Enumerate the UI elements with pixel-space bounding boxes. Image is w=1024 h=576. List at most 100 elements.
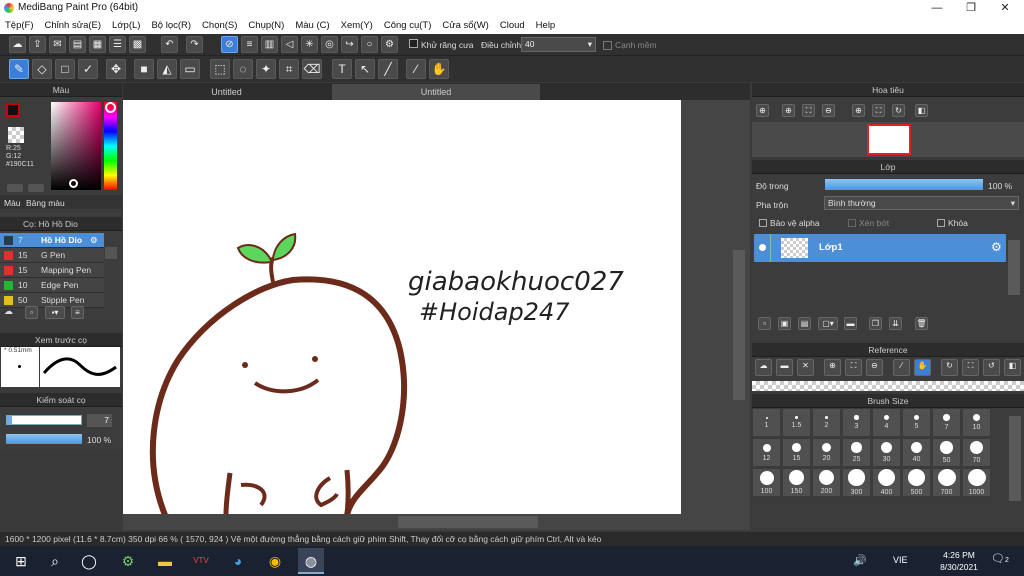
maximize-button[interactable]: ❐ xyxy=(954,0,988,17)
menu-help[interactable]: Help xyxy=(536,20,556,31)
primary-color-swatch[interactable] xyxy=(6,103,20,117)
zoom-out-icon[interactable]: ⊖ xyxy=(822,104,835,117)
hue-slider[interactable] xyxy=(104,102,117,190)
move-tool-icon[interactable]: ✥ xyxy=(106,59,126,79)
vtv-app-icon[interactable]: VTV xyxy=(188,548,214,574)
transparent-swatch[interactable] xyxy=(8,127,24,143)
undo-icon[interactable]: ↶ xyxy=(161,36,178,53)
brush-settings-icon[interactable]: ≡ xyxy=(71,306,84,319)
nav-zoom-in-icon[interactable]: ⊕ xyxy=(852,104,865,117)
magic-wand-icon[interactable]: ✦ xyxy=(256,59,276,79)
medibang-taskbar-icon[interactable]: ◍ xyxy=(298,548,324,574)
select-pen-icon[interactable]: ⌗ xyxy=(279,59,299,79)
hue-handle[interactable] xyxy=(105,102,116,113)
rotate-reset-icon[interactable]: ↺ xyxy=(983,359,1000,376)
size-value[interactable]: 7 xyxy=(87,414,112,427)
brush-size-cell[interactable]: 1000 xyxy=(962,468,991,497)
brush-list-item[interactable]: 15 G Pen xyxy=(0,248,104,263)
add-brush-icon[interactable]: ▫ xyxy=(25,306,38,319)
swap-color-button[interactable] xyxy=(7,184,23,192)
brush-scrollbar[interactable] xyxy=(105,247,117,259)
brush-size-cell[interactable]: 7 xyxy=(932,408,961,437)
cross-snap-icon[interactable]: ▥ xyxy=(261,36,278,53)
menu-tools[interactable]: Công cụ(T) xyxy=(384,20,432,31)
brush-size-cell[interactable]: 25 xyxy=(842,438,871,467)
menu-color[interactable]: Màu (C) xyxy=(295,20,329,31)
brush-size-cell[interactable]: 1.5 xyxy=(782,408,811,437)
navigator-thumbnail[interactable] xyxy=(867,124,911,155)
share-icon[interactable]: ⇪ xyxy=(29,36,46,53)
menu-filter[interactable]: Bộ lọc(R) xyxy=(151,20,191,31)
brush-size-cell[interactable]: 40 xyxy=(902,438,931,467)
new-layer-halftone-icon[interactable]: ▣ xyxy=(778,317,791,330)
layer-scrollbar[interactable] xyxy=(1008,240,1020,295)
protect-alpha-checkbox[interactable] xyxy=(759,219,767,227)
app-icon-green[interactable]: ⚙ xyxy=(115,548,141,574)
text-tool-icon[interactable]: T xyxy=(332,59,352,79)
language-indicator[interactable]: VIE xyxy=(893,555,908,565)
menu-edit[interactable]: Chỉnh sửa(E) xyxy=(45,20,102,31)
zoom-out-icon[interactable]: ⊖ xyxy=(866,359,883,376)
radial-snap-icon[interactable]: ✳ xyxy=(301,36,318,53)
zoom-in-icon[interactable]: ⊕ xyxy=(824,359,841,376)
flip-icon[interactable]: ◧ xyxy=(1004,359,1021,376)
settings-icon[interactable]: ⚙ xyxy=(381,36,398,53)
brush-list-item[interactable]: 7 Hồ Hồ Dio ⚙ xyxy=(0,233,104,248)
chrome-browser-icon[interactable]: ◉ xyxy=(262,548,288,574)
operation-tool-icon[interactable]: ↖ xyxy=(355,59,375,79)
reset-color-button[interactable] xyxy=(28,184,44,192)
close-button[interactable]: ✕ xyxy=(988,0,1022,17)
bucket-tool-icon[interactable]: ◭ xyxy=(157,59,177,79)
nav-fit-icon[interactable]: ⛶ xyxy=(872,104,885,117)
list-icon[interactable]: ☰ xyxy=(109,36,126,53)
horizontal-scrollbar[interactable] xyxy=(398,516,538,528)
select-rect-icon[interactable]: ⬚ xyxy=(210,59,230,79)
open-folder-icon[interactable]: ▬ xyxy=(776,359,793,376)
brush-size-cell[interactable]: 50 xyxy=(932,438,961,467)
brush-size-cell[interactable]: 700 xyxy=(932,468,961,497)
grid-icon[interactable]: ▩ xyxy=(129,36,146,53)
drawing-canvas[interactable]: giabaokhuoc027 #Hoidap247 xyxy=(123,100,681,517)
fit-view-icon[interactable]: ⛶ xyxy=(962,359,979,376)
fit-icon[interactable]: ⛶ xyxy=(802,104,815,117)
layer-row[interactable]: Lớp1 ⚙ xyxy=(754,234,1006,262)
brush-size-cell[interactable]: 15 xyxy=(782,438,811,467)
gear-icon[interactable]: ⚙ xyxy=(90,233,98,247)
clock[interactable]: 4:26 PM 8/30/2021 xyxy=(935,549,983,573)
vanish-snap-icon[interactable]: ◁ xyxy=(281,36,298,53)
message-icon[interactable]: ▤ xyxy=(69,36,86,53)
tab-untitled-2[interactable]: Untitled xyxy=(332,84,540,100)
brush-size-cell[interactable]: 20 xyxy=(812,438,841,467)
folder-icon[interactable]: ▬ xyxy=(844,317,857,330)
flip-icon[interactable]: ◧ xyxy=(915,104,928,117)
opacity-slider[interactable] xyxy=(6,434,82,444)
menu-view[interactable]: Xem(Y) xyxy=(341,20,373,31)
parallel-snap-icon[interactable]: ≡ xyxy=(241,36,258,53)
delete-layer-icon[interactable]: 🗑 xyxy=(915,317,928,330)
menu-cloud[interactable]: Cloud xyxy=(500,20,525,31)
document-icon[interactable]: ▦ xyxy=(89,36,106,53)
tab-untitled-1[interactable]: Untitled xyxy=(123,84,330,100)
circle-snap-icon[interactable]: ◎ xyxy=(321,36,338,53)
snap-off-icon[interactable]: ⊘ xyxy=(221,36,238,53)
comment-icon[interactable]: ✉ xyxy=(49,36,66,53)
edge-browser-icon[interactable]: ◕ xyxy=(225,548,251,574)
ellipse-snap-icon[interactable]: ○ xyxy=(361,36,378,53)
layer-menu-icon[interactable]: ▢▾ xyxy=(818,317,838,330)
zoom-in-nav-icon[interactable]: ⊕ xyxy=(782,104,795,117)
fit-icon[interactable]: ⛶ xyxy=(845,359,862,376)
brush-size-cell[interactable]: 500 xyxy=(902,468,931,497)
windows-start-icon[interactable]: ⊞ xyxy=(8,548,34,574)
antialias-checkbox[interactable] xyxy=(409,39,418,48)
brush-menu-icon[interactable]: ▪▾ xyxy=(45,306,65,319)
brush-size-cell[interactable]: 1 xyxy=(752,408,781,437)
correction-select[interactable]: 40 ▾ xyxy=(521,37,596,52)
lock-checkbox[interactable] xyxy=(937,219,945,227)
brush-size-cell[interactable]: 12 xyxy=(752,438,781,467)
menu-capture[interactable]: Chụp(N) xyxy=(248,20,284,31)
hand-tool-icon[interactable]: ✋ xyxy=(429,59,449,79)
duplicate-layer-icon[interactable]: ❐ xyxy=(869,317,882,330)
eyedropper-icon[interactable]: ⁄ xyxy=(406,59,426,79)
curve-snap-icon[interactable]: ↪ xyxy=(341,36,358,53)
brush-size-cell[interactable]: 70 xyxy=(962,438,991,467)
